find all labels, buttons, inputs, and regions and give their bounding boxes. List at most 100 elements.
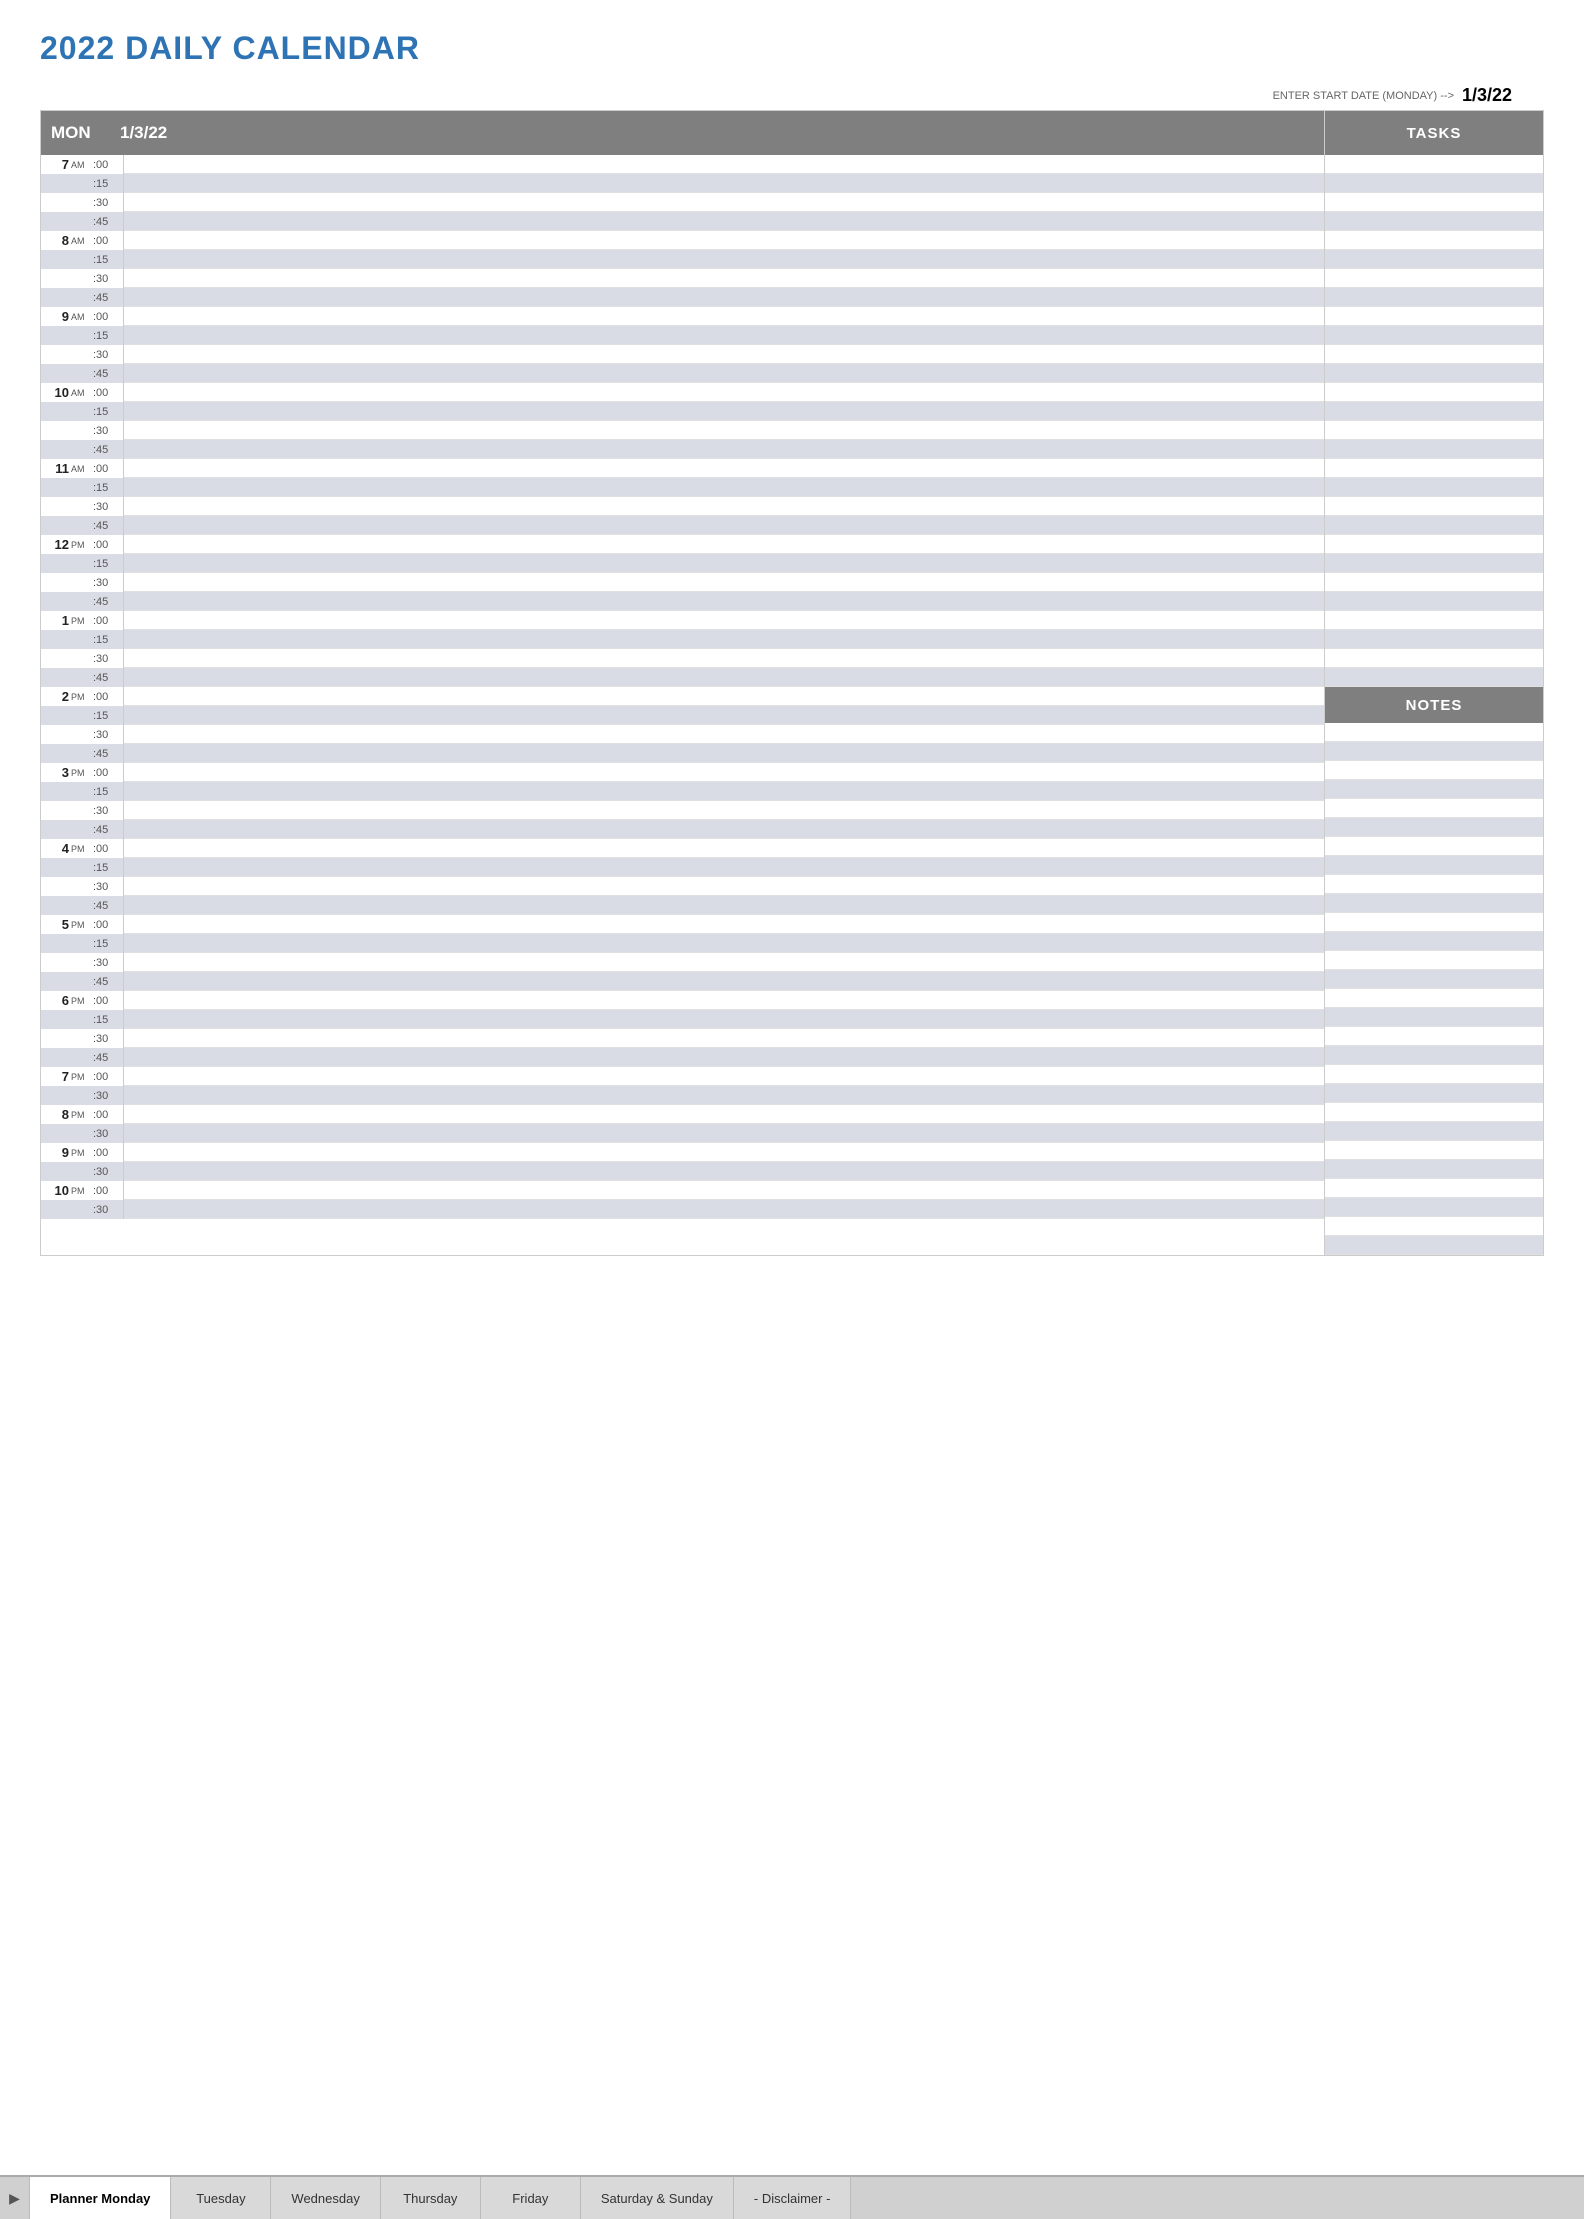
event-cell[interactable] xyxy=(124,896,1324,915)
event-cell[interactable] xyxy=(124,516,1324,535)
time-row[interactable]: 10PM:00 xyxy=(41,1181,1324,1200)
sidebar-row[interactable] xyxy=(1325,970,1543,989)
event-cell[interactable] xyxy=(124,801,1324,820)
time-row[interactable]: :30 xyxy=(41,1200,1324,1219)
sidebar-row[interactable] xyxy=(1325,1141,1543,1160)
event-cell[interactable] xyxy=(124,839,1324,858)
time-row[interactable]: :45 xyxy=(41,744,1324,763)
tab-item-thursday[interactable]: Thursday xyxy=(381,2177,481,2219)
sidebar-row[interactable] xyxy=(1325,668,1543,687)
time-row[interactable]: :15 xyxy=(41,326,1324,345)
event-cell[interactable] xyxy=(124,269,1324,288)
event-cell[interactable] xyxy=(124,706,1324,725)
sidebar-row[interactable] xyxy=(1325,742,1543,761)
sidebar-row[interactable] xyxy=(1325,554,1543,573)
sidebar-row[interactable] xyxy=(1325,535,1543,554)
time-row[interactable]: 10AM:00 xyxy=(41,383,1324,402)
event-cell[interactable] xyxy=(124,212,1324,231)
event-cell[interactable] xyxy=(124,1124,1324,1143)
event-cell[interactable] xyxy=(124,326,1324,345)
sidebar-row[interactable] xyxy=(1325,913,1543,932)
time-row[interactable]: :15 xyxy=(41,250,1324,269)
event-cell[interactable] xyxy=(124,497,1324,516)
time-row[interactable]: :30 xyxy=(41,345,1324,364)
sidebar-row[interactable] xyxy=(1325,1103,1543,1122)
sidebar-row[interactable] xyxy=(1325,894,1543,913)
event-cell[interactable] xyxy=(124,231,1324,250)
time-row[interactable]: :15 xyxy=(41,706,1324,725)
event-cell[interactable] xyxy=(124,1105,1324,1124)
event-cell[interactable] xyxy=(124,1048,1324,1067)
sidebar-row[interactable] xyxy=(1325,478,1543,497)
sidebar-row[interactable] xyxy=(1325,875,1543,894)
sidebar-row[interactable] xyxy=(1325,345,1543,364)
sidebar-row[interactable] xyxy=(1325,1027,1543,1046)
time-row[interactable]: :30 xyxy=(41,877,1324,896)
tab-item-friday[interactable]: Friday xyxy=(481,2177,581,2219)
time-row[interactable]: 7AM:00 xyxy=(41,155,1324,174)
event-cell[interactable] xyxy=(124,573,1324,592)
event-cell[interactable] xyxy=(124,174,1324,193)
event-cell[interactable] xyxy=(124,193,1324,212)
time-row[interactable]: 6PM:00 xyxy=(41,991,1324,1010)
event-cell[interactable] xyxy=(124,953,1324,972)
event-cell[interactable] xyxy=(124,155,1324,174)
event-cell[interactable] xyxy=(124,535,1324,554)
time-row[interactable]: 8AM:00 xyxy=(41,231,1324,250)
sidebar-row[interactable] xyxy=(1325,1236,1543,1255)
sidebar-row[interactable] xyxy=(1325,1198,1543,1217)
sidebar-row[interactable] xyxy=(1325,1217,1543,1236)
date-entry-value[interactable]: 1/3/22 xyxy=(1462,85,1542,106)
sidebar-row[interactable] xyxy=(1325,440,1543,459)
time-row[interactable]: :45 xyxy=(41,1048,1324,1067)
time-row[interactable]: :15 xyxy=(41,858,1324,877)
event-cell[interactable] xyxy=(124,440,1324,459)
time-row[interactable]: :45 xyxy=(41,972,1324,991)
sidebar-row[interactable] xyxy=(1325,231,1543,250)
event-cell[interactable] xyxy=(124,1010,1324,1029)
event-cell[interactable] xyxy=(124,459,1324,478)
event-cell[interactable] xyxy=(124,1086,1324,1105)
sidebar-row[interactable] xyxy=(1325,592,1543,611)
event-cell[interactable] xyxy=(124,763,1324,782)
sidebar-row[interactable] xyxy=(1325,951,1543,970)
time-row[interactable]: 9PM:00 xyxy=(41,1143,1324,1162)
sidebar-row[interactable] xyxy=(1325,421,1543,440)
event-cell[interactable] xyxy=(124,364,1324,383)
time-row[interactable]: 12PM:00 xyxy=(41,535,1324,554)
event-cell[interactable] xyxy=(124,1143,1324,1162)
sidebar-row[interactable] xyxy=(1325,516,1543,535)
event-cell[interactable] xyxy=(124,307,1324,326)
time-row[interactable]: :45 xyxy=(41,288,1324,307)
sidebar-row[interactable] xyxy=(1325,288,1543,307)
time-row[interactable]: :15 xyxy=(41,402,1324,421)
time-row[interactable]: :45 xyxy=(41,896,1324,915)
time-row[interactable]: 5PM:00 xyxy=(41,915,1324,934)
sidebar-row[interactable] xyxy=(1325,780,1543,799)
time-row[interactable]: :45 xyxy=(41,668,1324,687)
sidebar-row[interactable] xyxy=(1325,212,1543,231)
sidebar-row[interactable] xyxy=(1325,856,1543,875)
event-cell[interactable] xyxy=(124,820,1324,839)
time-row[interactable]: :15 xyxy=(41,630,1324,649)
time-row[interactable]: 8PM:00 xyxy=(41,1105,1324,1124)
time-row[interactable]: :30 xyxy=(41,573,1324,592)
sidebar-row[interactable] xyxy=(1325,193,1543,212)
time-row[interactable]: 4PM:00 xyxy=(41,839,1324,858)
time-row[interactable]: 3PM:00 xyxy=(41,763,1324,782)
event-cell[interactable] xyxy=(124,725,1324,744)
sidebar-row[interactable] xyxy=(1325,799,1543,818)
sidebar-row[interactable] xyxy=(1325,364,1543,383)
sidebar-row[interactable] xyxy=(1325,723,1543,742)
time-row[interactable]: :45 xyxy=(41,212,1324,231)
event-cell[interactable] xyxy=(124,1029,1324,1048)
event-cell[interactable] xyxy=(124,554,1324,573)
sidebar-row[interactable] xyxy=(1325,1122,1543,1141)
sidebar-row[interactable] xyxy=(1325,1065,1543,1084)
sidebar-row[interactable] xyxy=(1325,611,1543,630)
time-row[interactable]: 11AM:00 xyxy=(41,459,1324,478)
tab-scroll-left[interactable]: ▶ xyxy=(0,2177,30,2219)
time-row[interactable]: 1PM:00 xyxy=(41,611,1324,630)
sidebar-row[interactable] xyxy=(1325,1084,1543,1103)
sidebar-row[interactable] xyxy=(1325,155,1543,174)
